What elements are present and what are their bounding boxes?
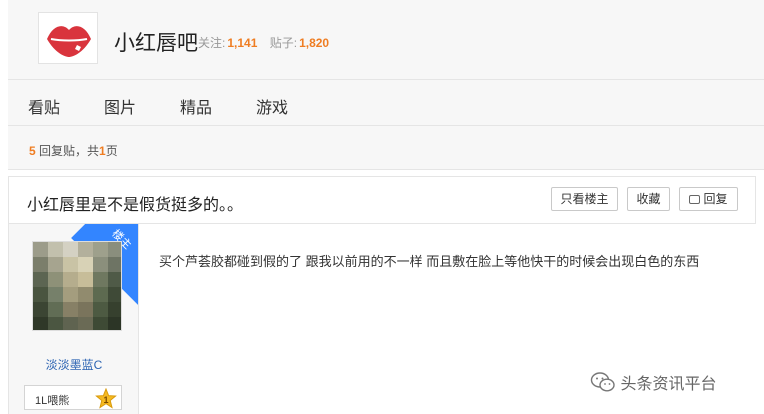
avatar[interactable] xyxy=(32,241,122,331)
page-suffix: 页 xyxy=(105,144,118,158)
tab-featured[interactable]: 精品 xyxy=(180,94,212,118)
level-badge[interactable]: 1L喂熊 1 xyxy=(24,385,122,410)
follow-label: 关注: xyxy=(198,36,226,50)
reply-count: 5 xyxy=(29,144,36,158)
star-level-icon: 1 xyxy=(95,388,117,409)
forum-header: 小红唇吧 关注: 1,141 贴子: 1,820 xyxy=(8,0,764,80)
lips-logo-icon xyxy=(47,26,91,57)
wechat-icon xyxy=(590,372,615,392)
thread-title-bar: 小红唇里是不是假货挺多的。。 只看楼主 收藏 回复 xyxy=(8,176,756,224)
posts-count: 1,820 xyxy=(299,36,330,50)
post-content: 买个芦荟胶都碰到假的了 跟我以前用的不一样 而且敷在脸上等他快干的时候会出现白色… xyxy=(159,254,700,269)
watermark: 头条资讯平台 xyxy=(590,370,716,394)
username[interactable]: 淡淡墨蓝C xyxy=(9,356,138,373)
favorite-button[interactable]: 收藏 xyxy=(627,187,670,211)
reply-icon xyxy=(689,195,701,204)
forum-title[interactable]: 小红唇吧 xyxy=(114,27,198,57)
tab-games[interactable]: 游戏 xyxy=(256,94,288,118)
reply-text: 回复贴，共 xyxy=(35,144,100,158)
reply-summary: 5 回复贴，共1页 xyxy=(29,142,118,159)
posts-label: 贴子: xyxy=(269,36,298,50)
forum-stats: 关注: 1,141 贴子: 1,820 xyxy=(198,34,338,51)
reply-summary-bar: 5 回复贴，共1页 xyxy=(8,126,764,170)
only-op-button[interactable]: 只看楼主 xyxy=(551,187,618,211)
author-column: 楼主 淡淡墨蓝C 1L喂熊 1 xyxy=(9,224,139,414)
follow-count: 1,141 xyxy=(227,36,258,50)
forum-logo[interactable] xyxy=(38,12,98,64)
thread-title: 小红唇里是不是假货挺多的。。 xyxy=(27,197,244,214)
tab-images[interactable]: 图片 xyxy=(104,94,136,118)
page-count: 1 xyxy=(99,144,106,158)
tab-kantie[interactable]: 看贴 xyxy=(28,94,60,118)
reply-button-label: 回复 xyxy=(703,192,728,206)
reply-button[interactable]: 回复 xyxy=(679,187,738,211)
level-number: 1 xyxy=(103,395,108,405)
forum-nav: 看贴 图片 精品 游戏 xyxy=(8,80,764,126)
level-text: 1L喂熊 xyxy=(35,395,70,407)
watermark-text: 头条资讯平台 xyxy=(620,376,717,393)
